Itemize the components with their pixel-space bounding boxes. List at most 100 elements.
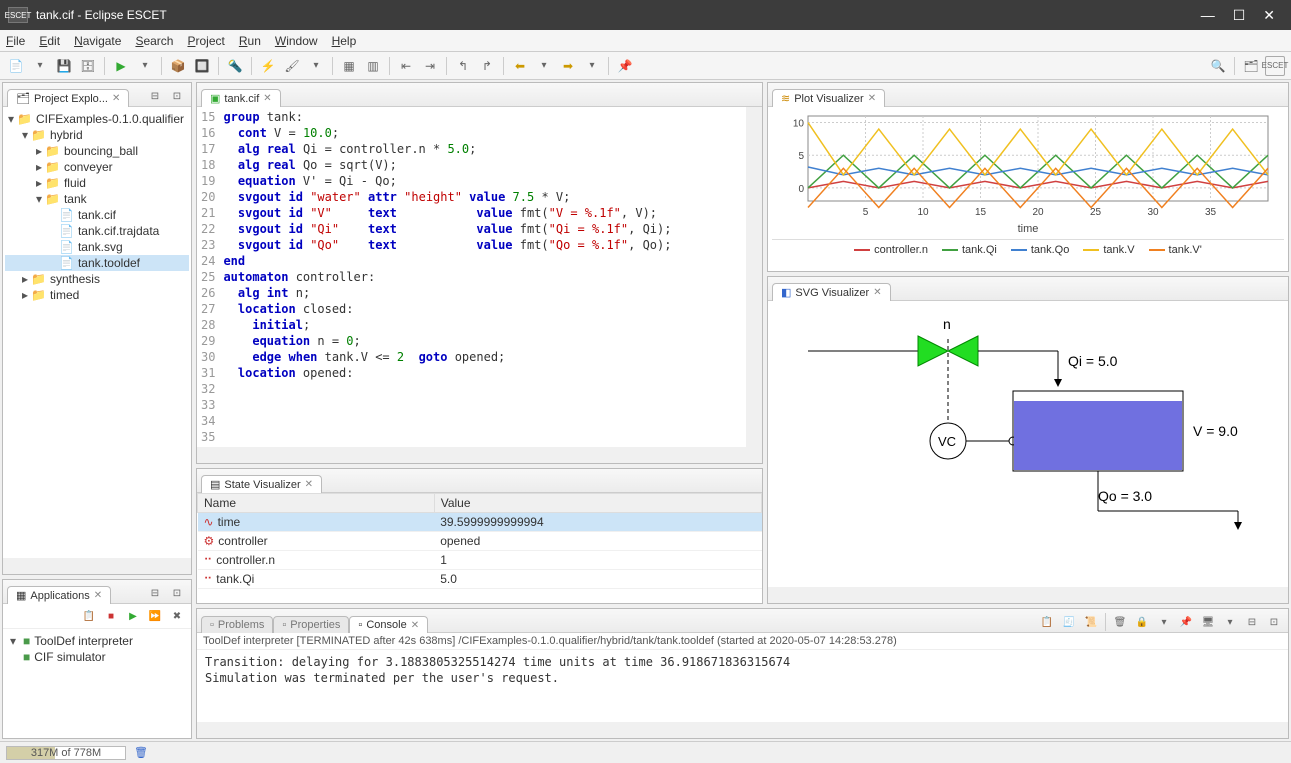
console-icon[interactable]: 📋: [1037, 612, 1057, 632]
menu-help[interactable]: Help: [332, 34, 357, 48]
next-annotation-icon[interactable]: ↱: [477, 56, 497, 76]
console-icon[interactable]: 📜: [1081, 612, 1101, 632]
copy-icon[interactable]: 📋: [79, 606, 99, 626]
memory-bar[interactable]: 317M of 778M: [6, 746, 126, 760]
tree-item[interactable]: ▸📁conveyer: [5, 159, 189, 175]
horizontal-scrollbar[interactable]: [768, 587, 1288, 603]
close-icon[interactable]: ✕: [873, 287, 881, 298]
state-table[interactable]: NameValue∿time39.5999999999994⚙controlle…: [197, 493, 762, 589]
minimize-icon[interactable]: ⊟: [145, 583, 165, 603]
forward-icon[interactable]: ➡: [558, 56, 578, 76]
code-editor[interactable]: 1516171819202122232425262728293031323334…: [197, 107, 762, 447]
plot-canvas[interactable]: 05105101520253035 time controller.ntank.…: [768, 107, 1288, 271]
maximize-icon[interactable]: ⊡: [167, 583, 187, 603]
close-icon[interactable]: ✕: [94, 590, 102, 601]
menu-run[interactable]: Run: [239, 34, 261, 48]
clear-icon[interactable]: 🗑: [1110, 612, 1130, 632]
trash-icon[interactable]: 🗑: [134, 746, 148, 759]
minimize-icon[interactable]: ⊟: [1242, 612, 1262, 632]
pin-icon[interactable]: 📌: [1176, 612, 1196, 632]
box-icon[interactable]: 📦: [168, 56, 188, 76]
tab-state-visualizer[interactable]: ▤ State Visualizer ✕: [201, 475, 322, 493]
dropdown-icon[interactable]: ▾: [30, 56, 50, 76]
new-icon[interactable]: 📄: [6, 56, 26, 76]
collapse-icon[interactable]: ⊟: [145, 86, 165, 106]
applications-list[interactable]: ▾■ToolDef interpreter■CIF simulator: [3, 629, 191, 738]
project-tree[interactable]: ▾📁CIFExamples-0.1.0.qualifier▾📁hybrid▸📁b…: [3, 107, 191, 558]
tree-item[interactable]: ▸📁bouncing_ball: [5, 143, 189, 159]
tree-item[interactable]: ▾📁tank: [5, 191, 189, 207]
escet-perspective-icon[interactable]: ESCET: [1265, 56, 1285, 76]
menu-edit[interactable]: Edit: [39, 34, 60, 48]
save-all-icon[interactable]: 🗄: [78, 56, 98, 76]
menu-file[interactable]: File: [6, 34, 25, 48]
menu-navigate[interactable]: Navigate: [74, 34, 121, 48]
tree-item[interactable]: ▾📁hybrid: [5, 127, 189, 143]
ff-icon[interactable]: ⏩: [145, 606, 165, 626]
pin-icon[interactable]: 📌: [615, 56, 635, 76]
close-icon[interactable]: ✕: [411, 620, 419, 631]
dropdown-icon[interactable]: ▾: [1154, 612, 1174, 632]
prev-annotation-icon[interactable]: ↰: [453, 56, 473, 76]
horizontal-scrollbar[interactable]: [3, 558, 191, 574]
dropdown-icon[interactable]: ▾: [135, 56, 155, 76]
run-icon[interactable]: ▶: [111, 56, 131, 76]
outdent-icon[interactable]: ⇥: [420, 56, 440, 76]
tree-item[interactable]: 📄tank.cif: [5, 207, 189, 223]
dropdown-icon[interactable]: ▾: [582, 56, 602, 76]
tree-item[interactable]: 📄tank.svg: [5, 239, 189, 255]
view-menu-icon[interactable]: ⊡: [167, 86, 187, 106]
close-icon[interactable]: ✕: [868, 93, 876, 104]
tab-problems[interactable]: ▫Problems: [201, 616, 273, 633]
maximize-button[interactable]: ☐: [1233, 7, 1246, 24]
save-icon[interactable]: 💾: [54, 56, 74, 76]
tab-console[interactable]: ▫Console✕: [349, 616, 428, 633]
vertical-scrollbar[interactable]: [746, 107, 762, 447]
maximize-icon[interactable]: ⊡: [1264, 612, 1284, 632]
paint-icon[interactable]: 🖌: [282, 56, 302, 76]
dropdown-icon[interactable]: ▾: [306, 56, 326, 76]
stop-icon[interactable]: ■: [101, 606, 121, 626]
tab-plot-visualizer[interactable]: ≋ Plot Visualizer ✕: [772, 89, 885, 107]
tab-project-explorer[interactable]: 🗂 Project Explo... ✕: [7, 89, 129, 107]
tree-item[interactable]: 📄tank.tooldef: [5, 255, 189, 271]
tree-item[interactable]: ▸📁timed: [5, 287, 189, 303]
close-icon[interactable]: ✕: [305, 479, 313, 490]
remove-icon[interactable]: ✖: [167, 606, 187, 626]
scroll-lock-icon[interactable]: 🔒: [1132, 612, 1152, 632]
menu-search[interactable]: Search: [135, 34, 173, 48]
close-icon[interactable]: ✕: [112, 93, 120, 104]
wand-icon[interactable]: ⚡: [258, 56, 278, 76]
dropdown-icon[interactable]: ▾: [1220, 612, 1240, 632]
close-button[interactable]: ✕: [1263, 7, 1275, 24]
menu-project[interactable]: Project: [187, 34, 224, 48]
console-icon[interactable]: 🧾: [1059, 612, 1079, 632]
minimize-button[interactable]: —: [1201, 7, 1215, 24]
tree-item[interactable]: ▸📁fluid: [5, 175, 189, 191]
tree-item[interactable]: ▾📁CIFExamples-0.1.0.qualifier: [5, 111, 189, 127]
svg-canvas[interactable]: n VC Qi = 5.0: [768, 301, 1288, 587]
open-type-icon[interactable]: 🔲: [192, 56, 212, 76]
perspective-icon[interactable]: 🗂: [1241, 56, 1261, 76]
tab-svg-visualizer[interactable]: ◧ SVG Visualizer ✕: [772, 283, 891, 301]
tree-item[interactable]: 📄tank.cif.trajdata: [5, 223, 189, 239]
indent-icon[interactable]: ⇤: [396, 56, 416, 76]
toggle-icon[interactable]: ▦: [339, 56, 359, 76]
close-icon[interactable]: ✕: [263, 93, 271, 104]
display-icon[interactable]: 🖥: [1198, 612, 1218, 632]
toggle-icon[interactable]: ▥: [363, 56, 383, 76]
back-icon[interactable]: ⬅: [510, 56, 530, 76]
horizontal-scrollbar[interactable]: [197, 722, 1288, 738]
horizontal-scrollbar[interactable]: [197, 447, 762, 463]
play-icon[interactable]: ▶: [123, 606, 143, 626]
application-item[interactable]: ■CIF simulator: [7, 649, 187, 665]
menu-window[interactable]: Window: [275, 34, 318, 48]
tab-applications[interactable]: ▦ Applications ✕: [7, 586, 111, 604]
search-icon[interactable]: 🔦: [225, 56, 245, 76]
tree-item[interactable]: ▸📁synthesis: [5, 271, 189, 287]
search-icon[interactable]: 🔍: [1208, 56, 1228, 76]
console-output[interactable]: Transition: delaying for 3.1883805325514…: [197, 650, 1288, 722]
tab-properties[interactable]: ▫Properties: [273, 616, 349, 633]
dropdown-icon[interactable]: ▾: [534, 56, 554, 76]
tab-editor[interactable]: ▣ tank.cif ✕: [201, 89, 281, 107]
